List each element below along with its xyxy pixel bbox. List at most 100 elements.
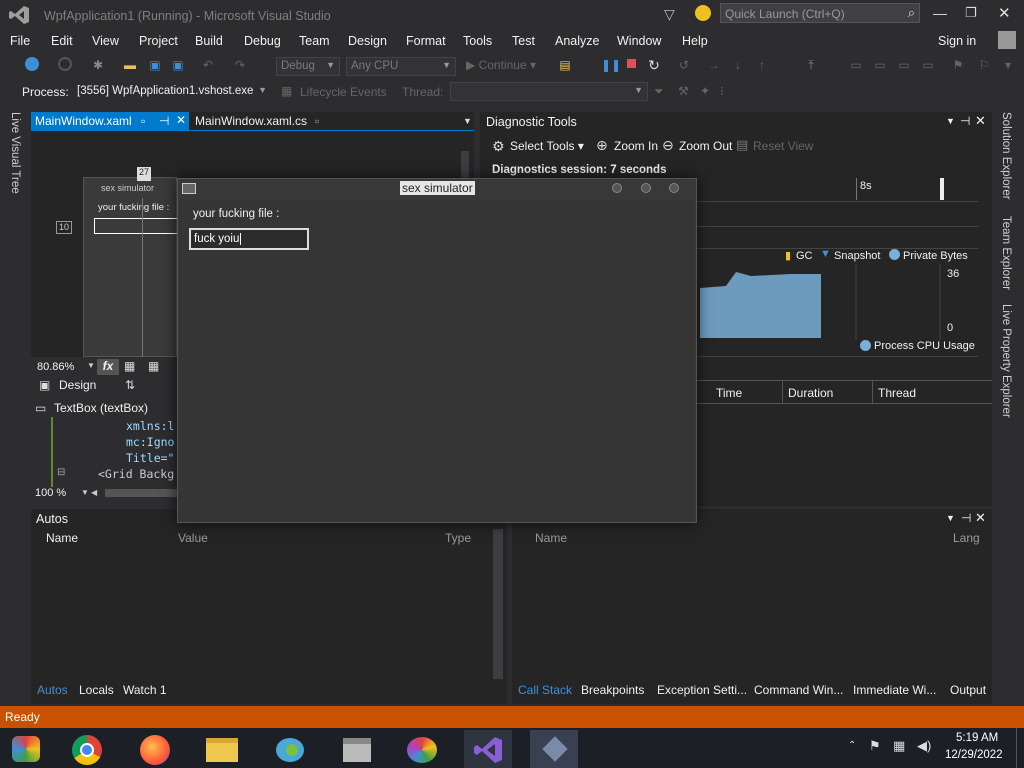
- open-file-icon[interactable]: ▬: [122, 57, 138, 73]
- stack-frame-icon[interactable]: ✦: [700, 84, 710, 98]
- filter-icon[interactable]: ▽: [664, 6, 675, 23]
- design-surface-window[interactable]: sex simulator your fucking file :: [83, 177, 178, 358]
- collapse-icon[interactable]: ⊟: [57, 467, 65, 478]
- network-icon[interactable]: ▦: [893, 738, 905, 754]
- menu-help[interactable]: Help: [682, 34, 708, 48]
- select-tools-button[interactable]: Select Tools ▾: [510, 139, 584, 153]
- continue-button[interactable]: ▶ Continue ▾: [466, 58, 536, 72]
- pin-icon[interactable]: ⊣: [960, 114, 970, 128]
- firefox-icon[interactable]: [131, 730, 179, 768]
- platform-select[interactable]: Any CPU ▼: [346, 57, 456, 76]
- show-hidden-icons[interactable]: ⌃: [848, 740, 856, 751]
- feedback-smiley-icon[interactable]: [695, 5, 711, 21]
- clock-date[interactable]: 12/29/2022: [945, 749, 1003, 761]
- code-line[interactable]: Title=": [126, 451, 174, 465]
- app-people-icon[interactable]: [266, 730, 314, 768]
- bookmark-icon[interactable]: ⚑: [950, 57, 966, 73]
- col-thread[interactable]: Thread: [878, 386, 916, 400]
- autos-scrollbar[interactable]: [493, 529, 503, 679]
- timeline-cursor[interactable]: [940, 178, 944, 200]
- pane-dropdown-icon[interactable]: ▼: [946, 513, 955, 523]
- close-tab-icon[interactable]: ✕: [176, 113, 186, 127]
- restart-icon[interactable]: ↻: [646, 57, 662, 73]
- snap-grid-icon[interactable]: ▦: [148, 359, 159, 373]
- stop-icon[interactable]: [627, 59, 636, 68]
- app-close-button[interactable]: [669, 183, 679, 193]
- redo-icon[interactable]: ↷: [232, 57, 248, 73]
- running-app-window[interactable]: sex simulator your fucking file : fuck y…: [177, 178, 697, 523]
- clock-time[interactable]: 5:19 AM: [956, 732, 998, 744]
- code-line[interactable]: <Grid Backg: [98, 467, 174, 481]
- code-zoom-select[interactable]: 100 %: [35, 487, 66, 499]
- thread-select[interactable]: ▼: [450, 82, 648, 101]
- zoom-out-icon[interactable]: ⊖: [662, 137, 674, 154]
- layout-icon[interactable]: ▭: [848, 57, 864, 73]
- close-pane-icon[interactable]: ✕: [975, 510, 986, 526]
- bookmark-next-icon[interactable]: ⚐: [976, 57, 992, 73]
- tab-watch-1[interactable]: Watch 1: [123, 683, 167, 697]
- pane-dropdown-icon[interactable]: ▼: [946, 116, 955, 126]
- show-next-statement-icon[interactable]: ↺: [676, 57, 692, 73]
- zoom-in-icon[interactable]: ⊕: [596, 137, 608, 154]
- sign-in-link[interactable]: Sign in: [938, 34, 976, 48]
- close-button[interactable]: ✕: [998, 4, 1011, 22]
- attach-icon[interactable]: ▤: [557, 57, 573, 73]
- tab-list-dropdown-icon[interactable]: ▼: [463, 116, 472, 126]
- menu-debug[interactable]: Debug: [244, 34, 281, 48]
- minimize-button[interactable]: —: [933, 5, 947, 21]
- layout-icon-3[interactable]: ▭: [896, 57, 912, 73]
- show-desktop-button[interactable]: [1016, 728, 1024, 768]
- app-maximize-button[interactable]: [641, 183, 651, 193]
- save-icon[interactable]: ▣: [147, 57, 163, 73]
- zoom-out-button[interactable]: Zoom Out: [679, 139, 732, 153]
- menu-analyze[interactable]: Analyze: [555, 34, 599, 48]
- design-tab[interactable]: Design: [59, 378, 96, 392]
- callstack-col-lang[interactable]: Lang: [953, 531, 980, 545]
- close-pane-icon[interactable]: ✕: [975, 113, 986, 129]
- menu-build[interactable]: Build: [195, 34, 223, 48]
- autos-col-value[interactable]: Value: [178, 531, 208, 545]
- save-all-icon[interactable]: ▣: [170, 57, 186, 73]
- undo-icon[interactable]: ↶: [200, 57, 216, 73]
- callstack-col-name[interactable]: Name: [535, 531, 567, 545]
- designer-zoom-select[interactable]: 80.86%: [37, 361, 74, 373]
- back-icon[interactable]: [25, 57, 39, 71]
- menu-tools[interactable]: Tools: [463, 34, 492, 48]
- menu-format[interactable]: Format: [406, 34, 446, 48]
- toolbar-overflow-icon[interactable]: ▾: [1000, 57, 1016, 73]
- col-duration[interactable]: Duration: [788, 386, 833, 400]
- tab-immediate-window[interactable]: Immediate Wi...: [853, 683, 936, 697]
- tab-autos[interactable]: Autos: [37, 683, 68, 697]
- flag-icon[interactable]: ⚑: [869, 738, 881, 754]
- code-horizontal-scrollbar[interactable]: [105, 489, 177, 497]
- zoom-dropdown-icon[interactable]: ▼: [87, 361, 95, 370]
- tab-output[interactable]: Output: [950, 683, 986, 697]
- timeline-ruler[interactable]: 8s: [696, 178, 978, 202]
- step-over-icon[interactable]: →: [706, 57, 722, 73]
- fx-button[interactable]: fx: [97, 359, 119, 375]
- app-system-icon[interactable]: [182, 183, 196, 194]
- autos-col-name[interactable]: Name: [46, 531, 78, 545]
- code-line[interactable]: xmlns:l: [126, 419, 174, 433]
- more-icon[interactable]: ⁝: [720, 84, 724, 98]
- menu-design[interactable]: Design: [348, 34, 387, 48]
- live-property-explorer-tab[interactable]: Live Property Explorer: [1000, 304, 1012, 418]
- swap-panes-icon[interactable]: ⇅: [125, 378, 135, 392]
- menu-file[interactable]: File: [10, 34, 30, 48]
- paint-icon[interactable]: [399, 730, 447, 768]
- autos-col-type[interactable]: Type: [445, 531, 471, 545]
- menu-view[interactable]: View: [92, 34, 119, 48]
- solution-config-select[interactable]: Debug ▼: [276, 57, 340, 76]
- tab-command-window[interactable]: Command Win...: [754, 683, 843, 697]
- store-icon[interactable]: [333, 730, 381, 768]
- grid-toggle-icon[interactable]: ▦: [124, 359, 135, 373]
- break-all-icon[interactable]: ❚❚: [601, 57, 621, 73]
- new-project-icon[interactable]: ✱: [90, 57, 106, 73]
- flag-threads-icon[interactable]: ⚒: [678, 84, 689, 98]
- restore-button[interactable]: ❐: [965, 5, 977, 21]
- tab-locals[interactable]: Locals: [79, 683, 114, 697]
- design-textbox-selected[interactable]: [94, 218, 178, 234]
- code-zoom-dropdown-icon[interactable]: ▼: [81, 488, 89, 497]
- tab-mainwindow-xaml-cs[interactable]: MainWindow.xaml.cs ▫: [191, 112, 331, 130]
- team-explorer-tab[interactable]: Team Explorer: [1000, 216, 1012, 290]
